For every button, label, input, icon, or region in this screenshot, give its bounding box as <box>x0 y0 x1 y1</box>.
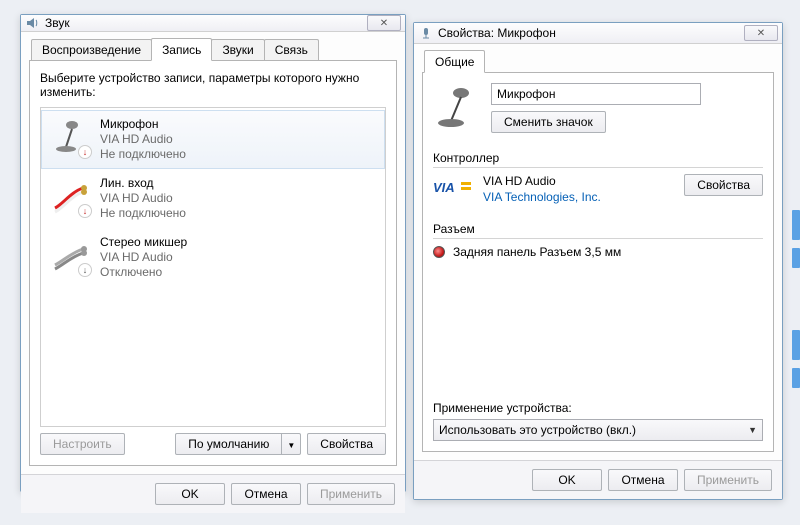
device-item-microphone[interactable]: ↓ Микрофон VIA HD Audio Не подключено <box>41 110 385 169</box>
apply-button[interactable]: Применить <box>684 469 772 491</box>
ok-button[interactable]: OK <box>532 469 602 491</box>
close-button-sound[interactable]: ✕ <box>367 15 401 31</box>
usage-label: Применение устройства: <box>433 401 763 415</box>
microphone-large-icon <box>433 83 481 131</box>
speaker-icon <box>25 15 41 31</box>
device-button-row: Настроить По умолчанию ▼ Свойства <box>40 433 386 455</box>
device-name: Лин. вход <box>100 176 186 191</box>
controller-properties-button[interactable]: Свойства <box>684 174 763 196</box>
device-driver: VIA HD Audio <box>100 250 187 265</box>
mic-footer: OK Отмена Применить <box>414 460 782 499</box>
mic-tabstrip: Общие <box>422 50 774 73</box>
device-status: Не подключено <box>100 147 186 162</box>
device-status: Не подключено <box>100 206 186 221</box>
via-logo-icon: VIA <box>433 176 473 200</box>
device-name: Микрофон <box>100 117 186 132</box>
controller-row: VIA VIA HD Audio VIA Technologies, Inc. … <box>433 174 763 204</box>
sound-footer: OK Отмена Применить <box>21 474 405 513</box>
sound-tabstrip: Воспроизведение Запись Звуки Связь <box>29 38 397 61</box>
linein-icon: ↓ <box>50 176 90 216</box>
ok-button[interactable]: OK <box>155 483 225 505</box>
mic-client: Общие Сменить значок Контроллер <box>414 44 782 460</box>
divider <box>433 167 763 168</box>
sound-title: Звук <box>45 16 367 30</box>
jack-description: Задняя панель Разъем 3,5 мм <box>453 245 621 259</box>
jack-color-dot-icon <box>433 246 445 258</box>
sound-instruction: Выберите устройство записи, параметры ко… <box>40 71 386 99</box>
apply-button[interactable]: Применить <box>307 483 395 505</box>
default-caret[interactable]: ▼ <box>282 433 301 455</box>
sound-client: Воспроизведение Запись Звуки Связь Выбер… <box>21 32 405 474</box>
tab-record[interactable]: Запись <box>151 38 212 61</box>
tab-general[interactable]: Общие <box>424 50 485 73</box>
microphone-icon: ↓ <box>50 117 90 157</box>
mic-header-row: Сменить значок <box>433 83 763 133</box>
jack-row: Задняя панель Разъем 3,5 мм <box>433 245 763 259</box>
default-button[interactable]: По умолчанию <box>175 433 282 455</box>
tab-playback[interactable]: Воспроизведение <box>31 39 152 62</box>
cancel-button[interactable]: Отмена <box>231 483 301 505</box>
change-icon-button[interactable]: Сменить значок <box>491 111 606 133</box>
default-split-button[interactable]: По умолчанию ▼ <box>175 433 301 455</box>
svg-text:VIA: VIA <box>433 180 455 195</box>
configure-button[interactable]: Настроить <box>40 433 125 455</box>
sound-dialog: Звук ✕ Воспроизведение Запись Звуки Связ… <box>20 14 406 492</box>
device-status: Отключено <box>100 265 187 280</box>
device-item-stereomix[interactable]: ↓ Стерео микшер VIA HD Audio Отключено <box>41 228 385 287</box>
properties-button[interactable]: Свойства <box>307 433 386 455</box>
mic-properties-dialog: Свойства: Микрофон ✕ Общие Сменить значо… <box>413 22 783 500</box>
controller-group-label: Контроллер <box>433 151 763 165</box>
stereomix-icon: ↓ <box>50 235 90 275</box>
close-button-micprops[interactable]: ✕ <box>744 25 778 41</box>
device-name-input[interactable] <box>491 83 701 105</box>
background-scroll-hints <box>790 0 800 525</box>
divider <box>433 238 763 239</box>
device-driver: VIA HD Audio <box>100 191 186 206</box>
device-item-linein[interactable]: ↓ Лин. вход VIA HD Audio Не подключено <box>41 169 385 228</box>
device-driver: VIA HD Audio <box>100 132 186 147</box>
chevron-down-icon: ▼ <box>287 441 295 450</box>
mic-title: Свойства: Микрофон <box>438 26 744 40</box>
status-badge-down-icon: ↓ <box>78 145 92 159</box>
jack-group-label: Разъем <box>433 222 763 236</box>
controller-name: VIA HD Audio <box>483 174 674 188</box>
usage-dropdown[interactable]: Использовать это устройство (вкл.) <box>433 419 763 441</box>
sound-tabpage: Выберите устройство записи, параметры ко… <box>29 60 397 466</box>
sound-titlebar[interactable]: Звук ✕ <box>21 15 405 32</box>
device-name: Стерео микшер <box>100 235 187 250</box>
recording-device-list[interactable]: ↓ Микрофон VIA HD Audio Не подключено <box>40 107 386 427</box>
vendor-link[interactable]: VIA Technologies, Inc. <box>483 190 674 204</box>
status-badge-down-icon: ↓ <box>78 204 92 218</box>
mic-tabpage: Сменить значок Контроллер VIA VIA HD Aud… <box>422 72 774 452</box>
microphone-icon <box>418 25 434 41</box>
cancel-button[interactable]: Отмена <box>608 469 678 491</box>
mic-titlebar[interactable]: Свойства: Микрофон ✕ <box>414 23 782 44</box>
tab-communication[interactable]: Связь <box>264 39 319 62</box>
status-badge-disabled-icon: ↓ <box>78 263 92 277</box>
tab-sounds[interactable]: Звуки <box>211 39 264 62</box>
usage-block: Применение устройства: Использовать это … <box>433 401 763 441</box>
